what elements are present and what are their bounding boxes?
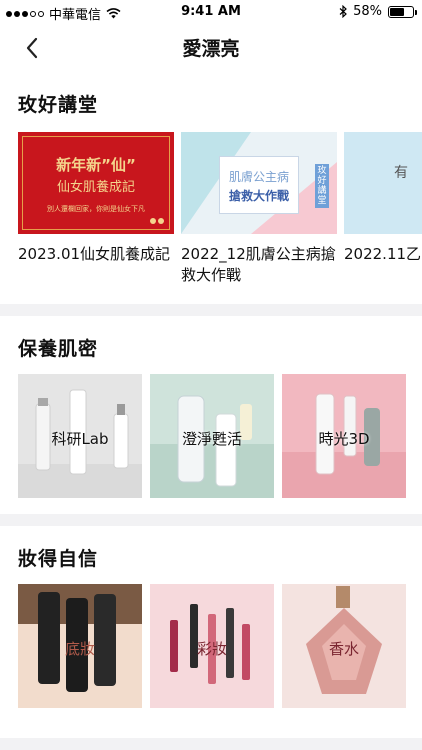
thumb-1-title: 新年新”仙”	[56, 156, 136, 174]
battery-fill	[390, 7, 404, 16]
section-divider-3	[0, 738, 422, 750]
makeup-tile-foundation[interactable]: 底妝	[18, 584, 142, 708]
status-right: 58%	[339, 4, 417, 19]
tile-label: 時光3D	[318, 430, 370, 448]
lectures-section: 玫好講堂 新年新”仙” 仙女肌養成記 別人還欄回家，你則是仙女下凡 2023.0…	[0, 70, 422, 302]
lecture-thumb-3: 有	[344, 132, 422, 234]
skincare-tile-lab[interactable]: 科研Lab	[18, 374, 142, 498]
tile-label: 香水	[328, 640, 359, 658]
skincare-tile-cleanse[interactable]: 澄淨甦活	[150, 374, 274, 498]
section-title-makeup: 妝得自信	[18, 548, 99, 570]
bluetooth-icon	[339, 5, 347, 18]
battery-icon	[388, 5, 417, 18]
thumb-3-title: 有	[394, 165, 408, 181]
tile-label: 底妝	[64, 640, 95, 658]
lecture-thumb-2: 肌膚公主病 搶救大作戰 玫好講堂	[181, 132, 337, 234]
section-divider-1	[0, 304, 422, 316]
tile-label: 科研Lab	[51, 430, 109, 448]
section-divider-2	[0, 514, 422, 526]
thumb-2-title: 肌膚公主病	[228, 170, 289, 184]
lecture-thumb-1: 新年新”仙” 仙女肌養成記 別人還欄回家，你則是仙女下凡	[18, 132, 174, 234]
thumb-2-badge: 玫好講堂	[315, 164, 329, 208]
tile-label: 彩妝	[196, 640, 227, 658]
makeup-tile-perfume[interactable]: 香水	[282, 584, 406, 708]
tile-label: 澄淨甦活	[181, 430, 242, 448]
skincare-tile-3d[interactable]: 時光3D	[282, 374, 406, 498]
section-title-lectures: 玫好講堂	[18, 94, 99, 116]
thumb-1-note: 別人還欄回家，你則是仙女下凡	[47, 205, 145, 213]
calendar-card	[219, 156, 299, 214]
lecture-card-3[interactable]: 有 2022.11乙	[344, 132, 422, 265]
lecture-caption-1: 2023.01仙女肌養成記	[18, 245, 171, 263]
lecture-caption-2: 2022_12肌膚公主病搶救大作戰	[181, 245, 336, 284]
flower-icon	[150, 218, 164, 224]
status-bar: 中華電信 9:41 AM 58%	[0, 0, 422, 24]
lecture-card-1[interactable]: 新年新”仙” 仙女肌養成記 別人還欄回家，你則是仙女下凡 2023.01仙女肌養…	[18, 132, 174, 265]
lecture-caption-3: 2022.11乙	[344, 245, 422, 263]
thumb-2-subtitle: 搶救大作戰	[228, 189, 289, 203]
nav-bar: 愛漂亮	[0, 24, 422, 70]
thumb-1-subtitle: 仙女肌養成記	[56, 180, 135, 195]
page-title: 愛漂亮	[182, 38, 240, 60]
makeup-section: 妝得自信 底妝 彩妝 香水	[0, 526, 422, 736]
lecture-card-2[interactable]: 肌膚公主病 搶救大作戰 玫好講堂 2022_12肌膚公主病搶救大作戰	[181, 132, 337, 286]
makeup-tile-color[interactable]: 彩妝	[150, 584, 274, 708]
battery-percent: 58%	[353, 4, 382, 19]
skincare-section: 保養肌密 科研Lab 澄淨甦活 時光3D	[0, 316, 422, 514]
section-title-skincare: 保養肌密	[18, 338, 99, 360]
